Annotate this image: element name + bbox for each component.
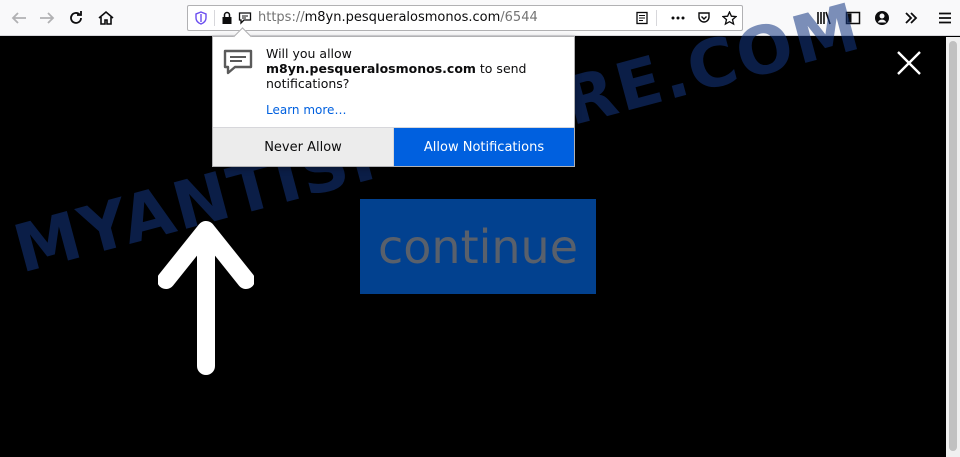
library-button[interactable]	[812, 6, 836, 30]
reader-view-icon[interactable]	[634, 10, 650, 26]
back-button[interactable]	[7, 6, 31, 30]
forward-arrow-icon	[38, 9, 56, 27]
account-icon	[873, 9, 891, 27]
url-separator	[214, 10, 215, 26]
forward-button[interactable]	[35, 6, 59, 30]
url-host: m8yn.pesqueralosmonos.com	[304, 10, 501, 25]
overflow-button[interactable]	[899, 6, 923, 30]
never-allow-button[interactable]: Never Allow	[213, 128, 394, 166]
hamburger-menu-icon	[936, 9, 954, 27]
allow-notifications-button[interactable]: Allow Notifications	[394, 128, 574, 166]
url-path: /6544	[500, 10, 538, 25]
notification-permission-popup: Will you allow m8yn.pesqueralosmonos.com …	[212, 36, 575, 167]
url-prefix: https://	[258, 10, 305, 25]
speech-bubble-icon[interactable]	[237, 10, 253, 26]
popup-message: Will you allow m8yn.pesqueralosmonos.com …	[266, 46, 566, 91]
reload-icon	[67, 9, 85, 27]
url-bar[interactable]: https://m8yn.pesqueralosmonos.com/6544	[187, 5, 743, 31]
sidebar-icon	[844, 9, 862, 27]
shield-icon[interactable]	[193, 10, 209, 26]
home-icon	[97, 9, 115, 27]
more-dots-icon[interactable]	[670, 10, 686, 26]
library-icon	[815, 9, 833, 27]
reload-button[interactable]	[64, 6, 88, 30]
chevron-double-right-icon	[902, 9, 920, 27]
lock-icon[interactable]	[219, 10, 235, 26]
speech-bubble-icon	[222, 47, 254, 79]
learn-more-link[interactable]: Learn more…	[266, 103, 346, 117]
scrollbar[interactable]	[946, 37, 960, 457]
url-separator-2	[656, 10, 657, 26]
menu-button[interactable]	[933, 6, 957, 30]
browser-toolbar: https://m8yn.pesqueralosmonos.com/6544	[0, 0, 960, 36]
popup-site: m8yn.pesqueralosmonos.com	[266, 61, 476, 76]
scrollbar-thumb[interactable]	[949, 41, 957, 451]
popup-buttons: Never Allow Allow Notifications	[213, 127, 574, 166]
url-text[interactable]: https://m8yn.pesqueralosmonos.com/6544	[258, 10, 538, 25]
up-arrow-icon	[157, 220, 255, 376]
close-icon[interactable]	[895, 49, 923, 77]
sidebar-button[interactable]	[841, 6, 865, 30]
popup-line1: Will you allow	[266, 46, 352, 61]
home-button[interactable]	[94, 6, 118, 30]
pocket-icon[interactable]	[696, 10, 712, 26]
continue-button[interactable]: continue	[360, 199, 596, 294]
star-icon[interactable]	[721, 10, 737, 26]
back-arrow-icon	[10, 9, 28, 27]
account-button[interactable]	[870, 6, 894, 30]
continue-label: continue	[377, 219, 578, 274]
